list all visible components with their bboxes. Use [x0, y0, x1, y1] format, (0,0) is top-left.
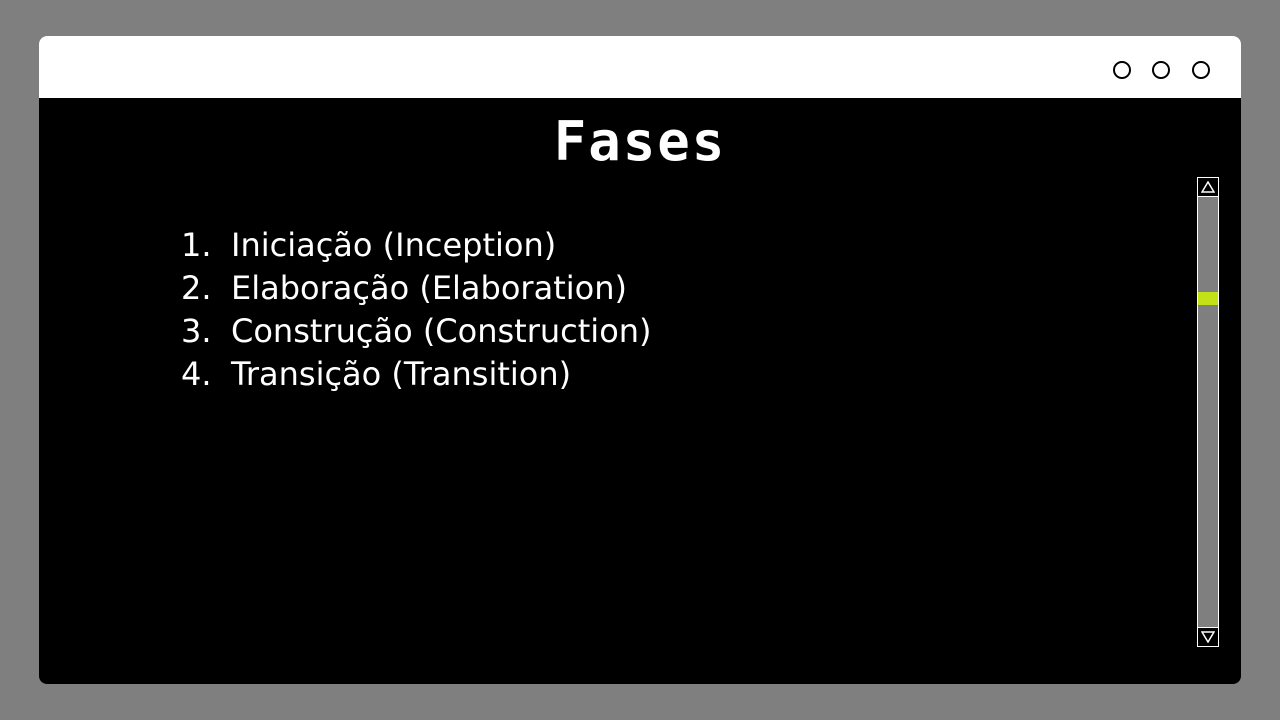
window-control-button-1[interactable]: [1113, 61, 1131, 79]
list-item-number: 4.: [181, 355, 212, 393]
list-item-label: Iniciação (Inception): [231, 226, 557, 264]
list-item-label: Construção (Construction): [231, 312, 652, 350]
list-item: 3. Construção (Construction): [181, 310, 652, 353]
triangle-down-icon: [1201, 631, 1215, 643]
vertical-scrollbar[interactable]: [1197, 177, 1219, 647]
scroll-thumb[interactable]: [1198, 292, 1218, 306]
phase-list: 1. Iniciação (Inception) 2. Elaboração (…: [181, 224, 652, 396]
list-item-label: Elaboração (Elaboration): [231, 269, 627, 307]
list-item: 2. Elaboração (Elaboration): [181, 267, 652, 310]
list-item-number: 2.: [181, 269, 212, 307]
triangle-up-icon: [1201, 181, 1215, 193]
title-bar: [39, 36, 1241, 98]
list-item: 4. Transição (Transition): [181, 353, 652, 396]
list-item-label: Transição (Transition): [231, 355, 572, 393]
list-item-number: 1.: [181, 226, 212, 264]
scroll-up-button[interactable]: [1197, 177, 1219, 197]
window-control-button-2[interactable]: [1152, 61, 1170, 79]
app-window: Fases 1. Iniciação (Inception) 2. Elabor…: [39, 36, 1241, 684]
window-control-button-3[interactable]: [1192, 61, 1210, 79]
list-item-number: 3.: [181, 312, 212, 350]
list-item: 1. Iniciação (Inception): [181, 224, 652, 267]
scroll-down-button[interactable]: [1197, 627, 1219, 647]
slide-title: Fases: [553, 110, 727, 173]
